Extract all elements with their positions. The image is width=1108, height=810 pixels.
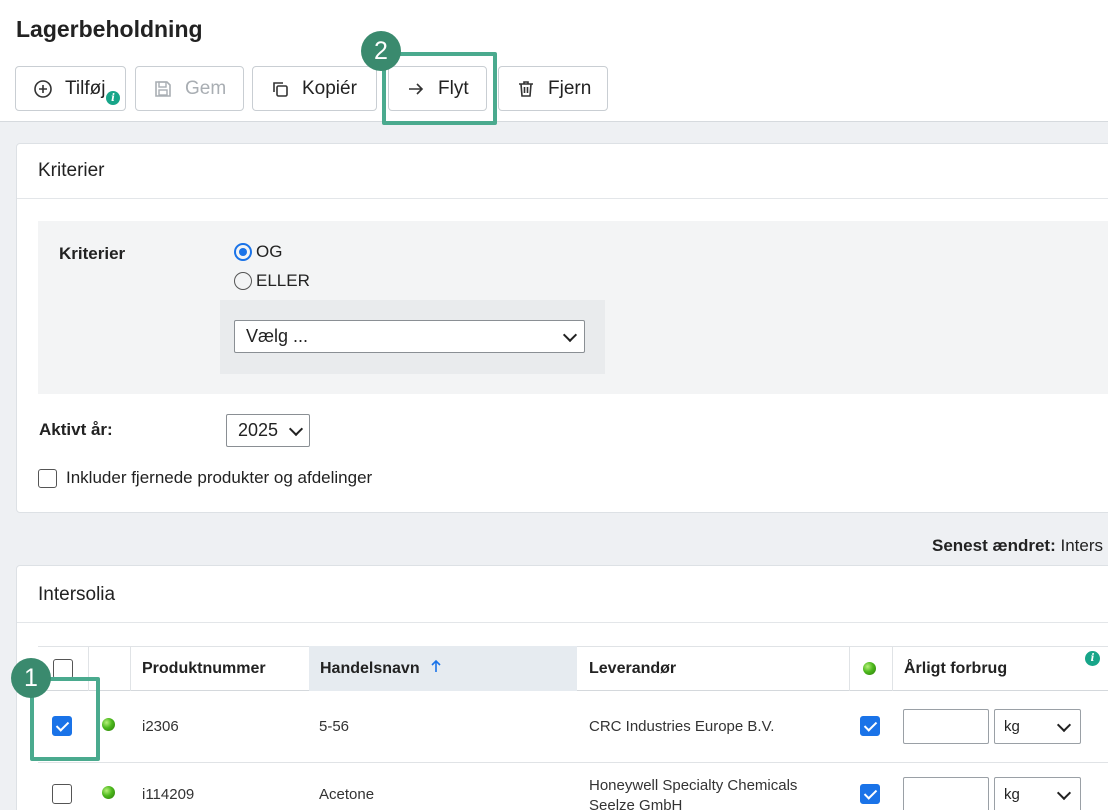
add-button-label: Tilføj (65, 77, 106, 99)
row-flag-checkbox[interactable] (860, 784, 880, 804)
save-button[interactable]: Gem (135, 66, 244, 111)
active-year-select[interactable]: 2025 (226, 414, 310, 447)
chevron-down-icon (562, 327, 578, 342)
copy-button[interactable]: Kopiér (252, 66, 377, 111)
last-changed-label: Senest ændret: (932, 536, 1056, 555)
radio-og[interactable]: OG (234, 242, 282, 262)
column-header-product-number[interactable]: Produktnummer (142, 646, 266, 691)
criteria-label: Kriterier (59, 244, 126, 263)
info-icon[interactable]: i (106, 91, 120, 105)
header-separator (849, 647, 850, 691)
supplier-cell-line1: Honeywell Specialty Chemicals (589, 777, 798, 794)
product-number-cell: i2306 (142, 718, 179, 735)
active-year-value: 2025 (238, 420, 279, 440)
criteria-select-panel: Vælg ... (220, 300, 605, 374)
header-separator (130, 647, 131, 691)
supplier-cell: CRC Industries Europe B.V. (589, 718, 775, 735)
top-bar: Lagerbeholdning Tilføj i Gem Kopiér Flyt… (0, 0, 1108, 122)
save-button-label: Gem (185, 77, 227, 99)
chevron-down-icon (1056, 785, 1072, 800)
select-all-checkbox[interactable] (53, 659, 73, 679)
floppy-disk-icon (153, 79, 173, 99)
include-removed-checkbox[interactable] (38, 468, 57, 488)
status-dot-icon (102, 718, 115, 731)
unit-select-value: kg (1004, 786, 1020, 803)
intersolia-card-title: Intersolia (38, 584, 116, 605)
supplier-cell-line2: Seelze GmbH (589, 797, 683, 810)
chevron-down-icon (1056, 717, 1072, 732)
row-flag-checkbox[interactable] (860, 716, 880, 736)
remove-button-label: Fjern (548, 77, 592, 99)
radio-eller-label: ELLER (256, 271, 310, 290)
row-select-checkbox[interactable] (52, 784, 72, 804)
step-badge-1: 1 (11, 658, 51, 698)
trash-icon (516, 79, 536, 99)
column-header-supplier[interactable]: Leverandør (589, 646, 676, 691)
header-separator (892, 647, 893, 691)
radio-og-label: OG (256, 242, 283, 261)
info-icon[interactable]: i (1085, 651, 1100, 666)
criteria-panel: Kriterier OG ELLER Vælg ... (38, 221, 1108, 394)
radio-button[interactable] (234, 272, 252, 290)
plus-circle-icon (33, 79, 53, 99)
last-changed: Senest ændret: Inters (932, 536, 1103, 556)
status-dot-icon (863, 662, 876, 675)
product-number-cell: i114209 (142, 786, 195, 803)
include-removed-option[interactable]: Inkluder fjernede produkter og afdelinge… (38, 468, 372, 488)
annual-usage-input[interactable] (903, 709, 989, 744)
supplier-cell: Honeywell Specialty Chemicals Seelze Gmb… (589, 776, 797, 810)
active-year-label: Aktivt år: (39, 420, 113, 439)
unit-select-value: kg (1004, 718, 1020, 735)
divider (17, 198, 1108, 199)
remove-button[interactable]: Fjern (498, 66, 608, 111)
add-button[interactable]: Tilføj i (15, 66, 126, 111)
divider (17, 622, 1108, 623)
column-header-trade-name[interactable]: Handelsnavn (309, 646, 577, 691)
column-header-annual-usage[interactable]: Årligt forbrug (904, 646, 1007, 691)
unit-select[interactable]: kg (994, 777, 1081, 810)
radio-eller[interactable]: ELLER (234, 271, 310, 291)
radio-button-selected[interactable] (234, 243, 252, 261)
copy-icon (270, 79, 290, 99)
trade-name-cell: Acetone (319, 786, 375, 803)
status-dot-icon (102, 786, 115, 799)
criteria-card-title: Kriterier (38, 160, 105, 181)
criteria-select[interactable]: Vælg ... (234, 320, 585, 353)
chevron-down-icon (288, 421, 304, 436)
criteria-select-value: Vælg ... (246, 326, 309, 346)
copy-button-label: Kopiér (302, 77, 357, 99)
step-badge-2: 2 (361, 31, 401, 71)
page-title: Lagerbeholdning (16, 16, 203, 42)
column-header-trade-name-label: Handelsnavn (320, 659, 420, 677)
highlight-box-move (382, 52, 497, 125)
criteria-card: Kriterier Kriterier OG ELLER Vælg ... Ak… (16, 143, 1108, 513)
annual-usage-input[interactable] (903, 777, 989, 810)
arrow-up-icon (430, 659, 442, 678)
trade-name-cell: 5-56 (319, 718, 350, 735)
include-removed-label: Inkluder fjernede produkter og afdelinge… (66, 468, 373, 487)
unit-select[interactable]: kg (994, 709, 1081, 744)
last-changed-value: Inters (1060, 536, 1104, 555)
